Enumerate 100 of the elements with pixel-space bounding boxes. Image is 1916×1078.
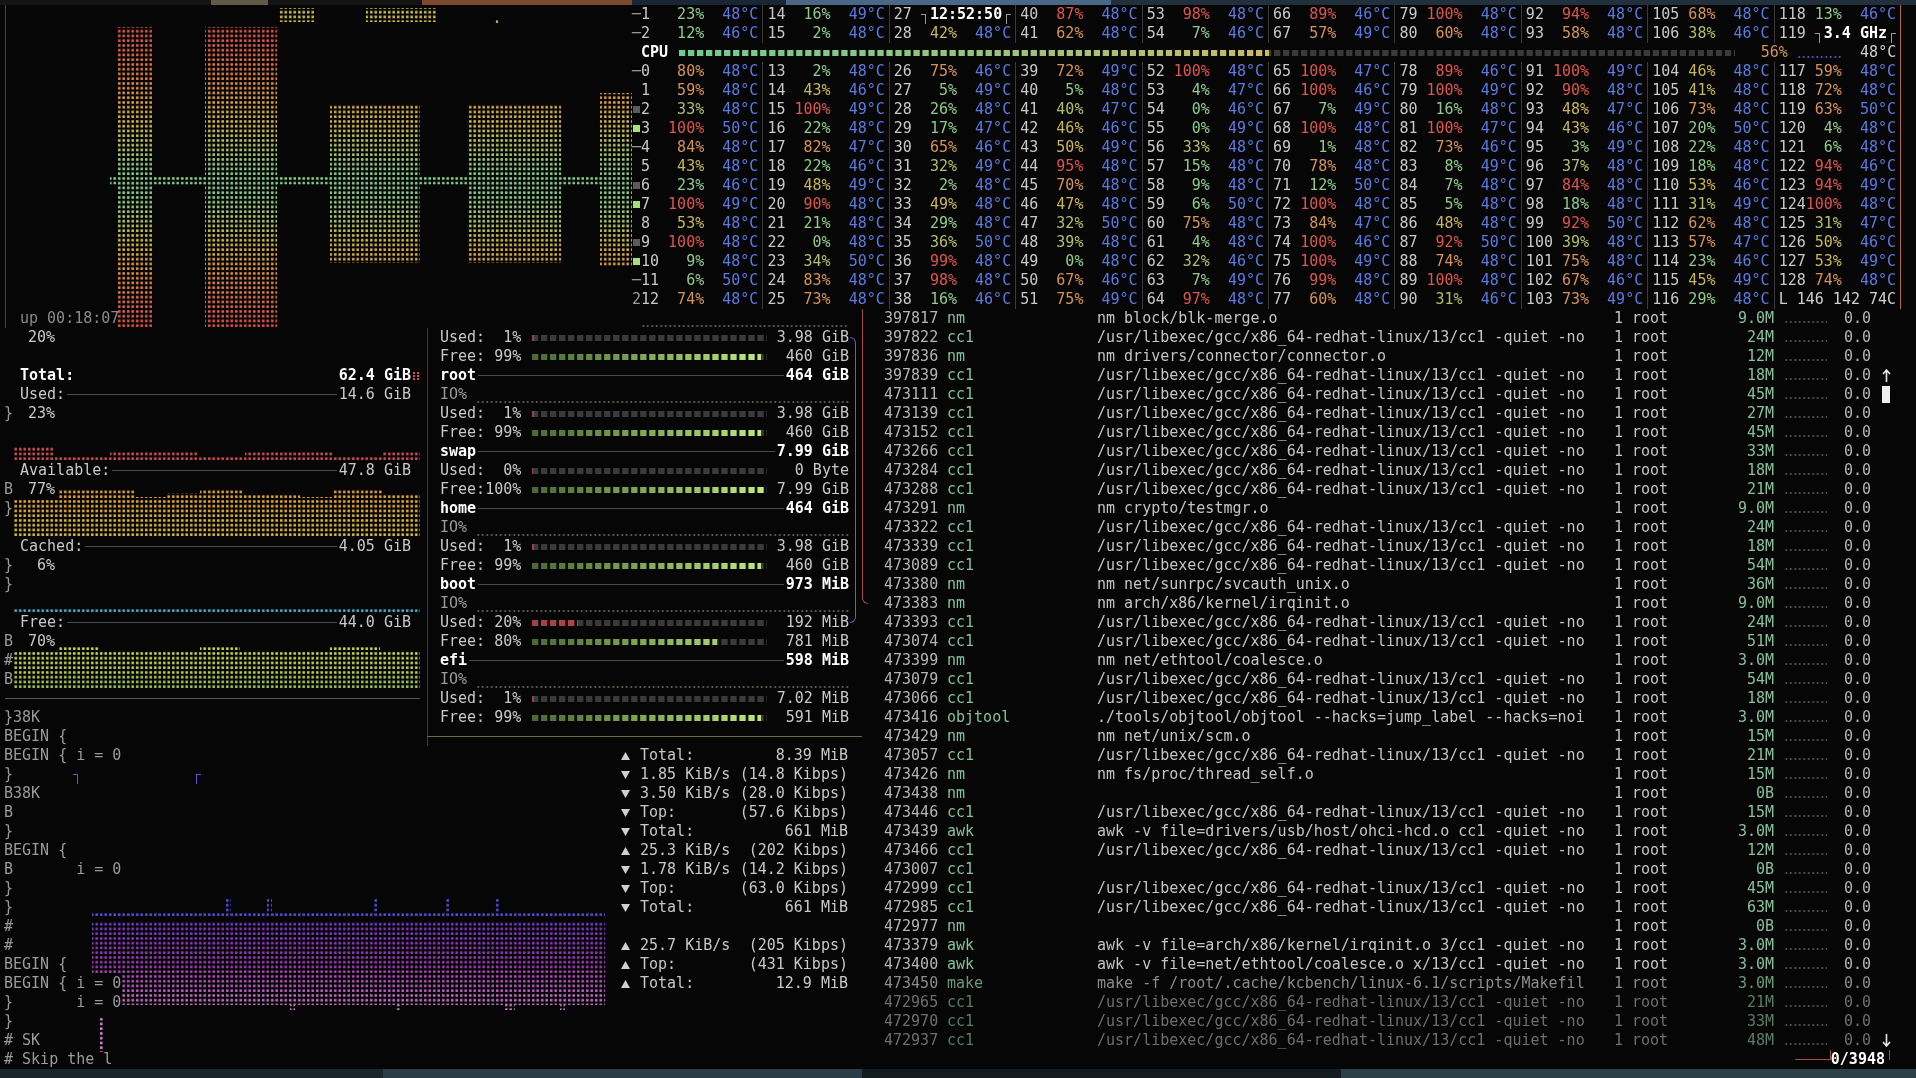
process-user: root: [1632, 404, 1669, 423]
core-number: 62: [1146, 252, 1166, 271]
stray-text: B: [4, 480, 14, 499]
stat-value: 4.05 GiB: [338, 537, 411, 556]
core-number: 30: [893, 138, 913, 157]
memory-usage: 15M: [1745, 803, 1774, 822]
stray-text: #: [4, 936, 14, 955]
scroll-down-icon[interactable]: [1882, 1034, 1891, 1047]
arrow-down-icon: [621, 770, 630, 779]
core-temperature: 49°C: [1100, 138, 1138, 157]
stray-text: }: [4, 575, 14, 594]
memory-usage: 27M: [1745, 404, 1774, 423]
core-number: 53: [1146, 5, 1166, 24]
net-value: 8.39 MiB: [775, 746, 848, 765]
meter-percent: 80%: [493, 632, 522, 651]
cpu-usage: 0.0: [1842, 1012, 1871, 1031]
process-name: cc1: [947, 556, 976, 575]
core-usage: 62%: [1687, 214, 1716, 233]
process-id: 473380: [884, 575, 938, 594]
usage-sparkline: [1784, 853, 1827, 855]
stray-text: BEGIN { i = 0: [4, 974, 122, 993]
core-temperature: 49°C: [1100, 290, 1138, 309]
memory-usage: 18M: [1745, 461, 1774, 480]
net-label: Top:: [640, 955, 677, 974]
core-usage: 63%: [1813, 100, 1842, 119]
disk-size: 973 MiB: [785, 575, 849, 594]
core-usage: 87%: [1055, 5, 1084, 24]
core-usage: 73%: [1434, 138, 1463, 157]
core-usage: 73%: [802, 290, 831, 309]
core-number: 50: [1020, 271, 1040, 290]
core-number: 1: [641, 5, 652, 24]
cpu-usage: 0.0: [1842, 993, 1871, 1012]
core-temperature: 47°C: [1353, 62, 1391, 81]
usage-sparkline: [1784, 1005, 1827, 1007]
usage-sparkline: [1784, 986, 1827, 988]
disk-size: 464 GiB: [785, 499, 849, 518]
core-number: 78: [1399, 62, 1419, 81]
core-usage: 78%: [1308, 157, 1337, 176]
process-user: root: [1632, 784, 1669, 803]
memory-usage: 21M: [1745, 993, 1774, 1012]
disk-name: root: [440, 366, 477, 385]
core-temperature: 46°C: [847, 157, 885, 176]
core-temperature: 46°C: [721, 24, 759, 43]
arrow-down-icon: [621, 903, 630, 912]
disk-name: swap: [440, 442, 477, 461]
core-number: 116: [1652, 290, 1680, 309]
core-number: 58: [1146, 176, 1166, 195]
process-command: awk -v file=arch/x86/kernel/irqinit.o 3/cc1 -quiet -no: [1097, 936, 1586, 955]
memory-usage: 48M: [1745, 1031, 1774, 1050]
core-number: 119: [1778, 100, 1806, 119]
process-name: cc1: [947, 518, 976, 537]
arrow-up-icon: [621, 960, 630, 969]
core-number: 63: [1146, 271, 1166, 290]
usage-sparkline: [1784, 340, 1827, 342]
core-number: 45: [1020, 176, 1040, 195]
cpu-usage: 0.0: [1842, 746, 1871, 765]
core-temperature: 46°C: [1732, 24, 1770, 43]
net-value: (63.0 Kibps): [739, 879, 848, 898]
usage-sparkline: [1784, 929, 1827, 931]
core-temperature: 48°C: [1353, 271, 1391, 290]
core-temperature: 48°C: [1353, 290, 1391, 309]
core-usage: 100%: [1426, 5, 1463, 24]
core-usage: 80%: [676, 62, 705, 81]
core-temperature: 48°C: [847, 24, 885, 43]
core-temperature: 48°C: [1100, 5, 1138, 24]
process-id: 473416: [884, 708, 938, 727]
dot-cluster-icon: [413, 371, 419, 380]
usage-sparkline: [1784, 758, 1827, 760]
core-number: 52: [1146, 62, 1166, 81]
core-temperature: 47°C: [1479, 119, 1517, 138]
cpu-usage: 0.0: [1842, 670, 1871, 689]
memory-usage: 18M: [1745, 689, 1774, 708]
process-user: root: [1632, 480, 1669, 499]
core-temperature: 48°C: [1606, 157, 1644, 176]
core-usage: 29%: [1687, 290, 1716, 309]
scroll-up-icon[interactable]: [1882, 369, 1891, 382]
core-usage: 49%: [928, 195, 957, 214]
scrollbar-thumb[interactable]: [1882, 386, 1890, 403]
process-id: 472965: [884, 993, 938, 1012]
core-temperature: 48°C: [847, 62, 885, 81]
core-usage: 0%: [811, 233, 831, 252]
net-label: Total:: [640, 974, 695, 993]
core-number: 28: [893, 24, 913, 43]
thread-count: 1: [1612, 385, 1623, 404]
core-number: 79: [1399, 5, 1419, 24]
process-id: 472937: [884, 1031, 938, 1050]
core-usage: 100%: [1173, 62, 1210, 81]
memory-usage: 9.0M: [1736, 499, 1774, 518]
prefix-text: ─: [632, 5, 642, 24]
core-number: 41: [1020, 100, 1040, 119]
core-number: 70: [1273, 157, 1293, 176]
meter-label: Free:: [440, 480, 486, 499]
core-usage: 53%: [1813, 252, 1842, 271]
core-temperature: 48°C: [721, 62, 759, 81]
stray-text: # SK: [4, 1031, 41, 1050]
memory-usage: 3.0M: [1736, 708, 1774, 727]
core-usage: 39%: [1055, 233, 1084, 252]
core-number: 74: [1273, 233, 1293, 252]
core-temperature: 48°C: [1353, 138, 1391, 157]
core-usage: 5%: [937, 81, 957, 100]
